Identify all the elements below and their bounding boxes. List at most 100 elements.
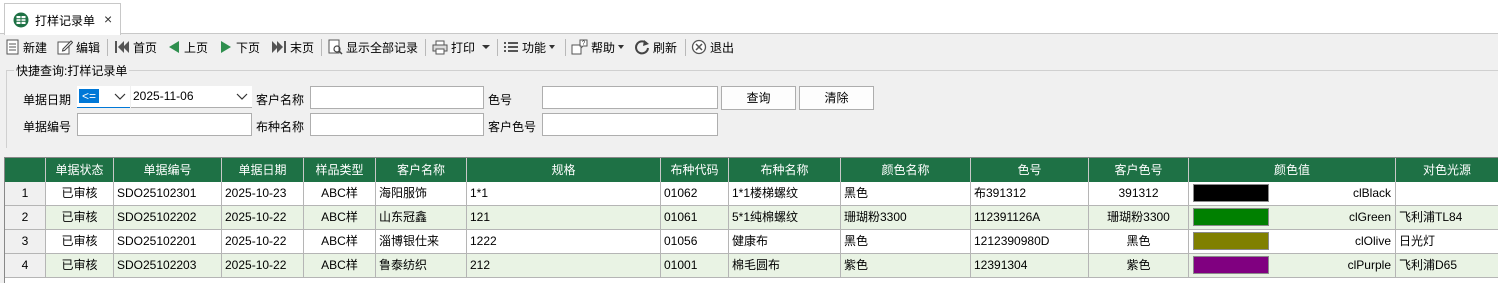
color-name-cell[interactable]: 黑色 xyxy=(841,230,971,254)
function-button[interactable]: 功能 xyxy=(503,38,556,56)
header-spec[interactable]: 规格 xyxy=(467,158,661,182)
exit-button[interactable]: 退出 xyxy=(691,38,734,56)
table-row[interactable]: 3 已审核 SDO25102201 2025-10-22 ABC样 淄博银仕来 1222 01… xyxy=(5,230,1498,254)
header-row-number[interactable] xyxy=(5,158,46,182)
header-color-name[interactable]: 颜色名称 xyxy=(841,158,971,182)
header-fabric-code[interactable]: 布种代码 xyxy=(661,158,729,182)
fabric-name-cell[interactable]: 5*1纯棉螺纹 xyxy=(729,206,841,230)
status-cell[interactable]: 已审核 xyxy=(46,182,114,206)
customer-cell[interactable]: 鲁泰纺织 xyxy=(376,254,467,278)
customer-name-input[interactable] xyxy=(310,86,484,109)
fabric-name-input[interactable] xyxy=(310,113,484,136)
date-operator-select[interactable]: <= xyxy=(77,86,130,108)
color-no-cell[interactable]: 12391304 xyxy=(971,254,1089,278)
customer-color-no-cell[interactable]: 珊瑚粉3300 xyxy=(1089,206,1189,230)
doc-no-cell[interactable]: SDO25102201 xyxy=(114,230,222,254)
row-number-cell[interactable]: 4 xyxy=(5,254,46,278)
last-page-button[interactable]: 末页 xyxy=(271,38,314,56)
color-value-cell[interactable]: clGreen xyxy=(1189,206,1396,230)
new-button[interactable]: 新建 xyxy=(6,38,47,56)
clear-button[interactable]: 清除 xyxy=(799,86,874,110)
color-value-text: clPurple xyxy=(1347,258,1391,272)
row-number-cell[interactable]: 3 xyxy=(5,230,46,254)
edit-button[interactable]: 编辑 xyxy=(57,38,100,56)
customer-color-no-cell[interactable]: 391312 xyxy=(1089,182,1189,206)
header-customer[interactable]: 客户名称 xyxy=(376,158,467,182)
print-button[interactable]: 打印 xyxy=(432,38,491,56)
doc-no-label: 单据编号 xyxy=(23,120,72,134)
status-cell[interactable]: 已审核 xyxy=(46,254,114,278)
fabric-name-cell[interactable]: 1*1楼梯螺纹 xyxy=(729,182,841,206)
header-color-no[interactable]: 色号 xyxy=(971,158,1089,182)
header-status[interactable]: 单据状态 xyxy=(46,158,114,182)
color-name-cell[interactable]: 黑色 xyxy=(841,182,971,206)
color-no-cell[interactable]: 1212390980D xyxy=(971,230,1089,254)
fabric-code-cell[interactable]: 01061 xyxy=(661,206,729,230)
header-doc-no[interactable]: 单据编号 xyxy=(114,158,222,182)
spec-cell[interactable]: 1222 xyxy=(467,230,661,254)
sample-type-cell[interactable]: ABC样 xyxy=(304,206,376,230)
fabric-code-cell[interactable]: 01001 xyxy=(661,254,729,278)
header-color-value[interactable]: 颜色值 xyxy=(1189,158,1396,182)
header-customer-color-no[interactable]: 客户色号 xyxy=(1089,158,1189,182)
grid-document-icon xyxy=(13,12,29,28)
fabric-code-cell[interactable]: 01062 xyxy=(661,182,729,206)
status-cell[interactable]: 已审核 xyxy=(46,206,114,230)
first-page-button[interactable]: 首页 xyxy=(114,38,157,56)
header-fabric-name[interactable]: 布种名称 xyxy=(729,158,841,182)
next-page-button[interactable]: 下页 xyxy=(219,38,260,56)
customer-cell[interactable]: 淄博银仕来 xyxy=(376,230,467,254)
table-row[interactable]: 2 已审核 SDO25102202 2025-10-22 ABC样 山东冠鑫 121 0106… xyxy=(5,206,1498,230)
tab-sample-record[interactable]: 打样记录单 × xyxy=(4,3,121,35)
sample-type-cell[interactable]: ABC样 xyxy=(304,182,376,206)
customer-color-no-input[interactable] xyxy=(542,113,718,136)
light-source-cell[interactable]: 日光灯 xyxy=(1396,230,1498,254)
color-no-input[interactable] xyxy=(542,86,718,109)
fabric-name-cell[interactable]: 棉毛圆布 xyxy=(729,254,841,278)
fabric-name-cell[interactable]: 健康布 xyxy=(729,230,841,254)
header-sample-type[interactable]: 样品类型 xyxy=(304,158,376,182)
tab-close-icon[interactable]: × xyxy=(104,11,112,27)
doc-date-cell[interactable]: 2025-10-22 xyxy=(222,230,304,254)
doc-no-input[interactable] xyxy=(77,113,252,136)
help-button[interactable]: ? 帮助 xyxy=(571,38,625,56)
color-value-cell[interactable]: clOlive xyxy=(1189,230,1396,254)
header-light-source[interactable]: 对色光源 xyxy=(1396,158,1498,182)
customer-cell[interactable]: 海阳服饰 xyxy=(376,182,467,206)
row-number-cell[interactable]: 1 xyxy=(5,182,46,206)
prev-page-button[interactable]: 上页 xyxy=(167,38,208,56)
customer-cell[interactable]: 山东冠鑫 xyxy=(376,206,467,230)
header-doc-date[interactable]: 单据日期 xyxy=(222,158,304,182)
color-no-cell[interactable]: 布391312 xyxy=(971,182,1089,206)
color-name-cell[interactable]: 紫色 xyxy=(841,254,971,278)
table-row[interactable]: 4 已审核 SDO25102203 2025-10-22 ABC样 鲁泰纺织 212 0100… xyxy=(5,254,1498,278)
row-number-cell[interactable]: 2 xyxy=(5,206,46,230)
doc-no-cell[interactable]: SDO25102301 xyxy=(114,182,222,206)
light-source-cell[interactable]: 飞利浦D65 xyxy=(1396,254,1498,278)
sample-type-cell[interactable]: ABC样 xyxy=(304,230,376,254)
light-source-cell[interactable]: 飞利浦TL84 xyxy=(1396,206,1498,230)
doc-date-cell[interactable]: 2025-10-22 xyxy=(222,254,304,278)
doc-date-cell[interactable]: 2025-10-22 xyxy=(222,206,304,230)
fabric-code-cell[interactable]: 01056 xyxy=(661,230,729,254)
spec-cell[interactable]: 212 xyxy=(467,254,661,278)
date-picker[interactable]: 2025-11-06 xyxy=(131,86,252,108)
spec-cell[interactable]: 121 xyxy=(467,206,661,230)
table-row[interactable]: 1 已审核 SDO25102301 2025-10-23 ABC样 海阳服饰 1*1 0106… xyxy=(5,182,1498,206)
doc-no-cell[interactable]: SDO25102202 xyxy=(114,206,222,230)
color-value-cell[interactable]: clBlack xyxy=(1189,182,1396,206)
color-name-cell[interactable]: 珊瑚粉3300 xyxy=(841,206,971,230)
query-button[interactable]: 查询 xyxy=(721,86,796,110)
doc-date-cell[interactable]: 2025-10-23 xyxy=(222,182,304,206)
color-no-cell[interactable]: 112391126A xyxy=(971,206,1089,230)
show-all-button[interactable]: 显示全部记录 xyxy=(328,38,418,56)
light-source-cell[interactable] xyxy=(1396,182,1498,206)
customer-color-no-cell[interactable]: 黑色 xyxy=(1089,230,1189,254)
status-cell[interactable]: 已审核 xyxy=(46,230,114,254)
customer-color-no-cell[interactable]: 紫色 xyxy=(1089,254,1189,278)
doc-no-cell[interactable]: SDO25102203 xyxy=(114,254,222,278)
spec-cell[interactable]: 1*1 xyxy=(467,182,661,206)
color-value-cell[interactable]: clPurple xyxy=(1189,254,1396,278)
sample-type-cell[interactable]: ABC样 xyxy=(304,254,376,278)
refresh-button[interactable]: 刷新 xyxy=(634,38,677,56)
